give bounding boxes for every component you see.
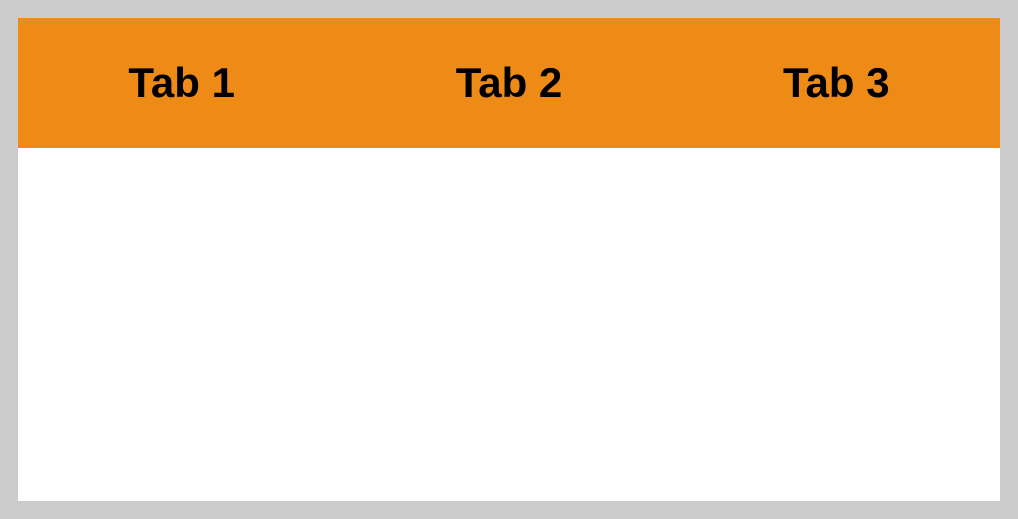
- tab-2-label: Tab 2: [456, 59, 563, 107]
- tab-3-label: Tab 3: [783, 59, 890, 107]
- tab-bar: Tab 1 Tab 2 Tab 3: [18, 18, 1000, 148]
- tab-3[interactable]: Tab 3: [673, 18, 1000, 148]
- tab-1-label: Tab 1: [128, 59, 235, 107]
- tab-2[interactable]: Tab 2: [345, 18, 672, 148]
- main-panel: Tab 1 Tab 2 Tab 3: [18, 18, 1000, 501]
- tab-content: [18, 148, 1000, 501]
- tab-1[interactable]: Tab 1: [18, 18, 345, 148]
